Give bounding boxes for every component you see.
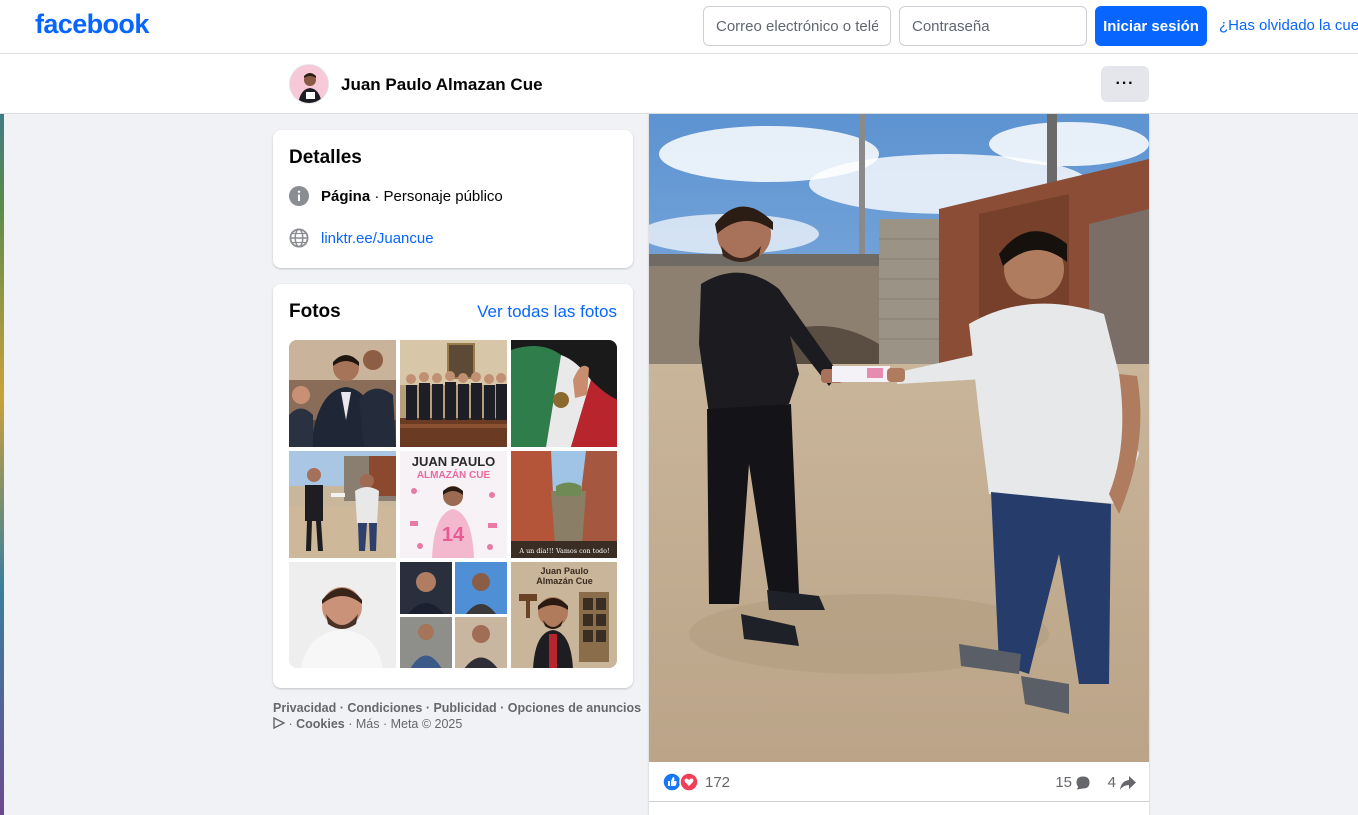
photo-grid: JUAN PAULO ALMAZÁN CUE 14 A un día!!! Va… [289,340,617,668]
mexico-flag-photo [511,340,617,447]
photos-title: Fotos [289,301,341,322]
forgot-account-link[interactable]: ¿Has olvidado la cuenta? [1219,17,1358,34]
details-title: Detalles [289,147,362,168]
page-category-strong: Página [321,188,371,205]
photo-thumbnail[interactable] [511,340,617,447]
photo-thumbnail[interactable] [400,340,507,447]
login-button[interactable]: Iniciar sesión [1095,6,1207,46]
post-image [649,114,1149,762]
page-category: Página · Personaje público [321,188,503,205]
profile-header-bar: Juan Paulo Almazan Cue ··· [0,54,1358,114]
collage-photo [400,562,507,668]
caricature-title-1: Juan Paulo [540,566,589,576]
profile-name[interactable]: Juan Paulo Almazan Cue [341,75,543,95]
poster-title: JUAN PAULO [412,454,496,469]
footer-meta[interactable]: · Más · Meta © 2025 [345,717,462,731]
reaction-icons[interactable] [662,772,702,792]
share-count-number: 4 [1107,774,1116,791]
reaction-count[interactable]: 172 [705,774,730,791]
email-field[interactable] [703,6,891,46]
campaign-poster: JUAN PAULO ALMAZÁN CUE 14 [400,451,507,558]
share-icon [1120,775,1136,790]
photo-thumbnail[interactable] [400,562,507,668]
comment-icon [1076,776,1090,789]
footer-links: Privacidad · Condiciones · Publicidad · … [273,700,643,732]
document-handover-photo [289,451,396,558]
linktree-link[interactable]: linktr.ee/Juancue [321,230,434,247]
avatar[interactable] [289,64,329,104]
details-card: Detalles Página · Personaje público link… [273,130,633,268]
top-navigation-bar: facebook Iniciar sesión ¿Has olvidado la… [0,0,1358,54]
globe-icon [289,228,309,248]
photos-card: Fotos Ver todas las fotos JUAN PAULO ALM… [273,284,633,688]
reactions-bar: 172 15 4 [649,762,1149,802]
photo-thumbnail[interactable] [289,562,396,668]
info-icon [289,186,309,206]
ad-choices-icon[interactable] [273,716,286,730]
photo-thumbnail[interactable] [289,451,396,558]
post-photo[interactable] [649,114,1149,762]
comment-count[interactable]: 15 [1055,774,1091,791]
page-category-rest: · Personaje público [370,188,503,205]
portrait-photo [289,562,396,668]
caricature-photo: Juan Paulo Almazán Cue [511,562,617,668]
password-field[interactable] [899,6,1087,46]
street-caption: A un día!!! Vamos con todo! [518,547,609,555]
caricature-title-2: Almazán Cue [536,576,593,586]
photo-thumbnail[interactable]: A un día!!! Vamos con todo! [511,451,617,558]
meeting-photo [289,340,396,447]
post-card: 172 15 4 [649,114,1149,815]
poster-number: 14 [442,524,465,546]
photo-thumbnail[interactable]: JUAN PAULO ALMAZÁN CUE 14 [400,451,507,558]
photo-thumbnail[interactable] [289,340,396,447]
avatar-image [290,65,328,103]
facebook-logo[interactable]: facebook [35,9,149,40]
see-all-photos-link[interactable]: Ver todas las fotos [477,302,617,322]
poster-subtitle: ALMAZÁN CUE [417,468,491,481]
comment-count-number: 15 [1055,774,1072,791]
photo-thumbnail[interactable]: Juan Paulo Almazán Cue [511,562,617,668]
group-photo [400,340,507,447]
left-window-edge [0,54,4,815]
footer-line-1[interactable]: Privacidad · Condiciones · Publicidad · … [273,700,643,716]
more-options-button[interactable]: ··· [1101,66,1149,102]
cookies-link[interactable]: Cookies [296,717,345,731]
footer-line-2: · Cookies · Más · Meta © 2025 [273,716,643,732]
share-count[interactable]: 4 [1108,774,1137,791]
street-photo: A un día!!! Vamos con todo! [511,451,617,558]
